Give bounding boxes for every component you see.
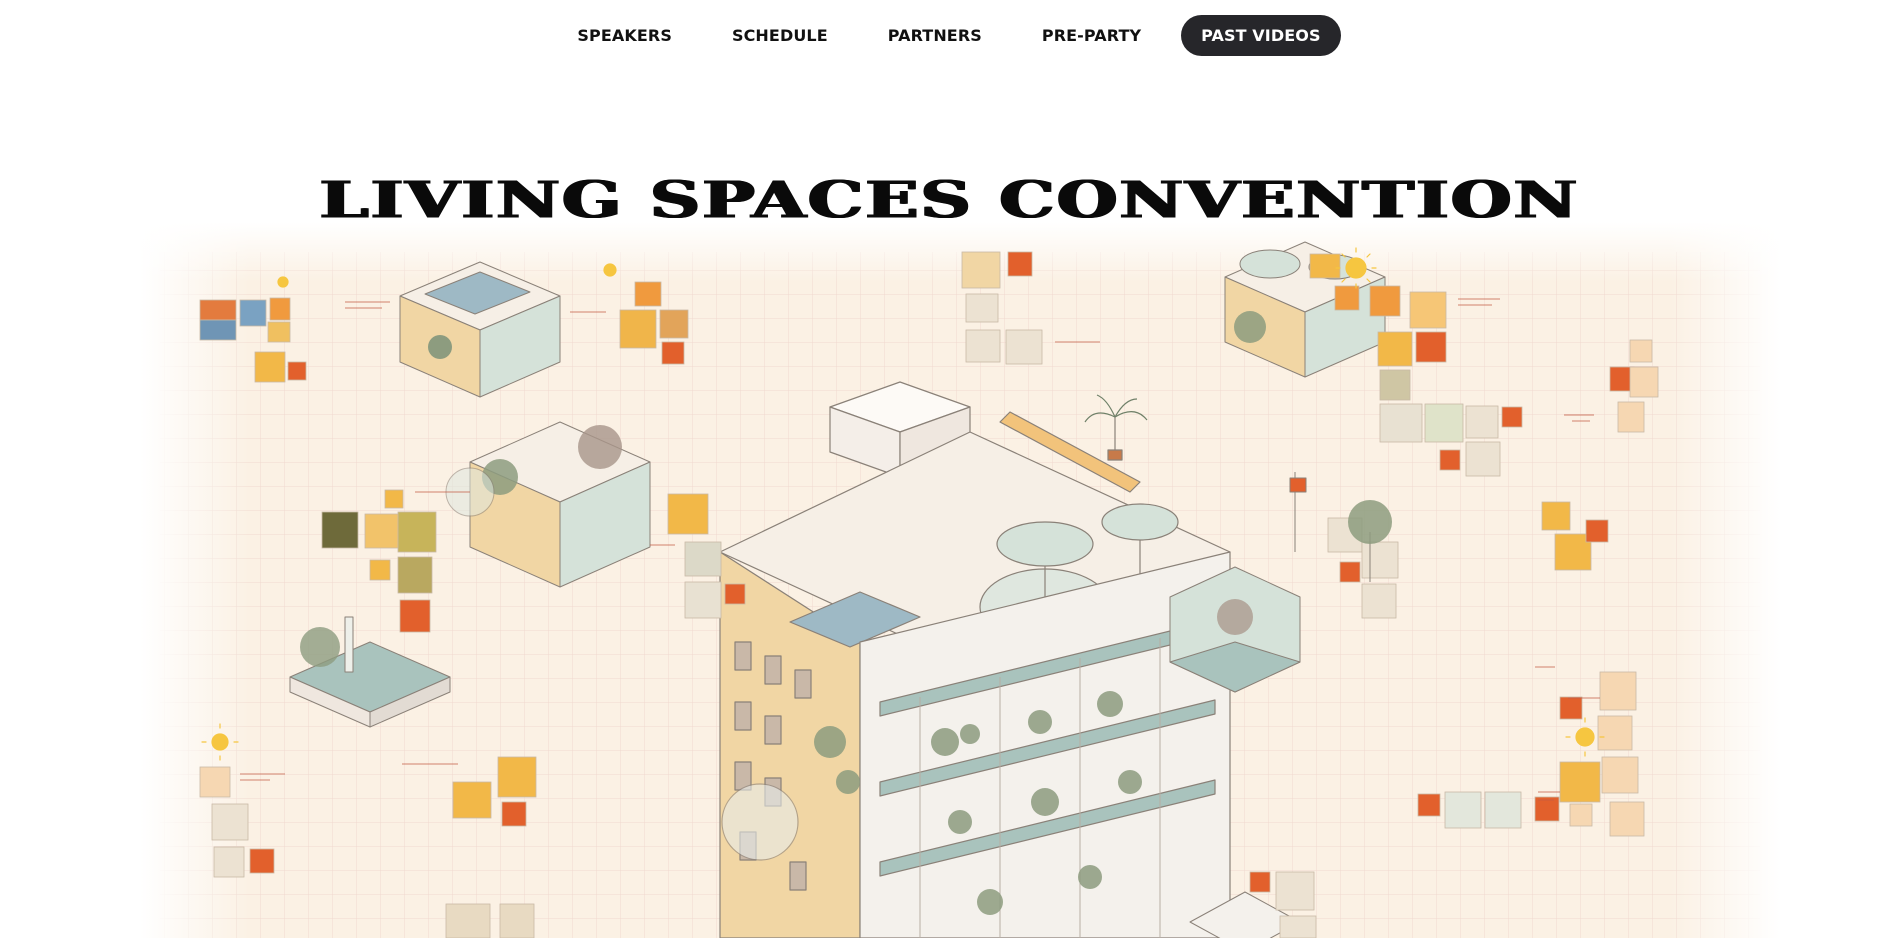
nav-speakers[interactable]: SPEAKERS — [557, 15, 692, 56]
nav-partners[interactable]: PARTNERS — [868, 15, 1002, 56]
hero-illustration — [140, 222, 1780, 938]
sun-icon — [277, 276, 289, 288]
top-navigation: SPEAKERS SCHEDULE PARTNERS PRE-PARTY PAS… — [0, 14, 1898, 56]
nav-schedule[interactable]: SCHEDULE — [712, 15, 848, 56]
page-title: LIVING SPACES CONVENTION — [319, 169, 1579, 230]
nav-past-videos[interactable]: PAST VIDEOS — [1181, 14, 1341, 56]
nav-pre-party[interactable]: PRE-PARTY — [1022, 15, 1161, 56]
sun-icon — [603, 263, 617, 277]
